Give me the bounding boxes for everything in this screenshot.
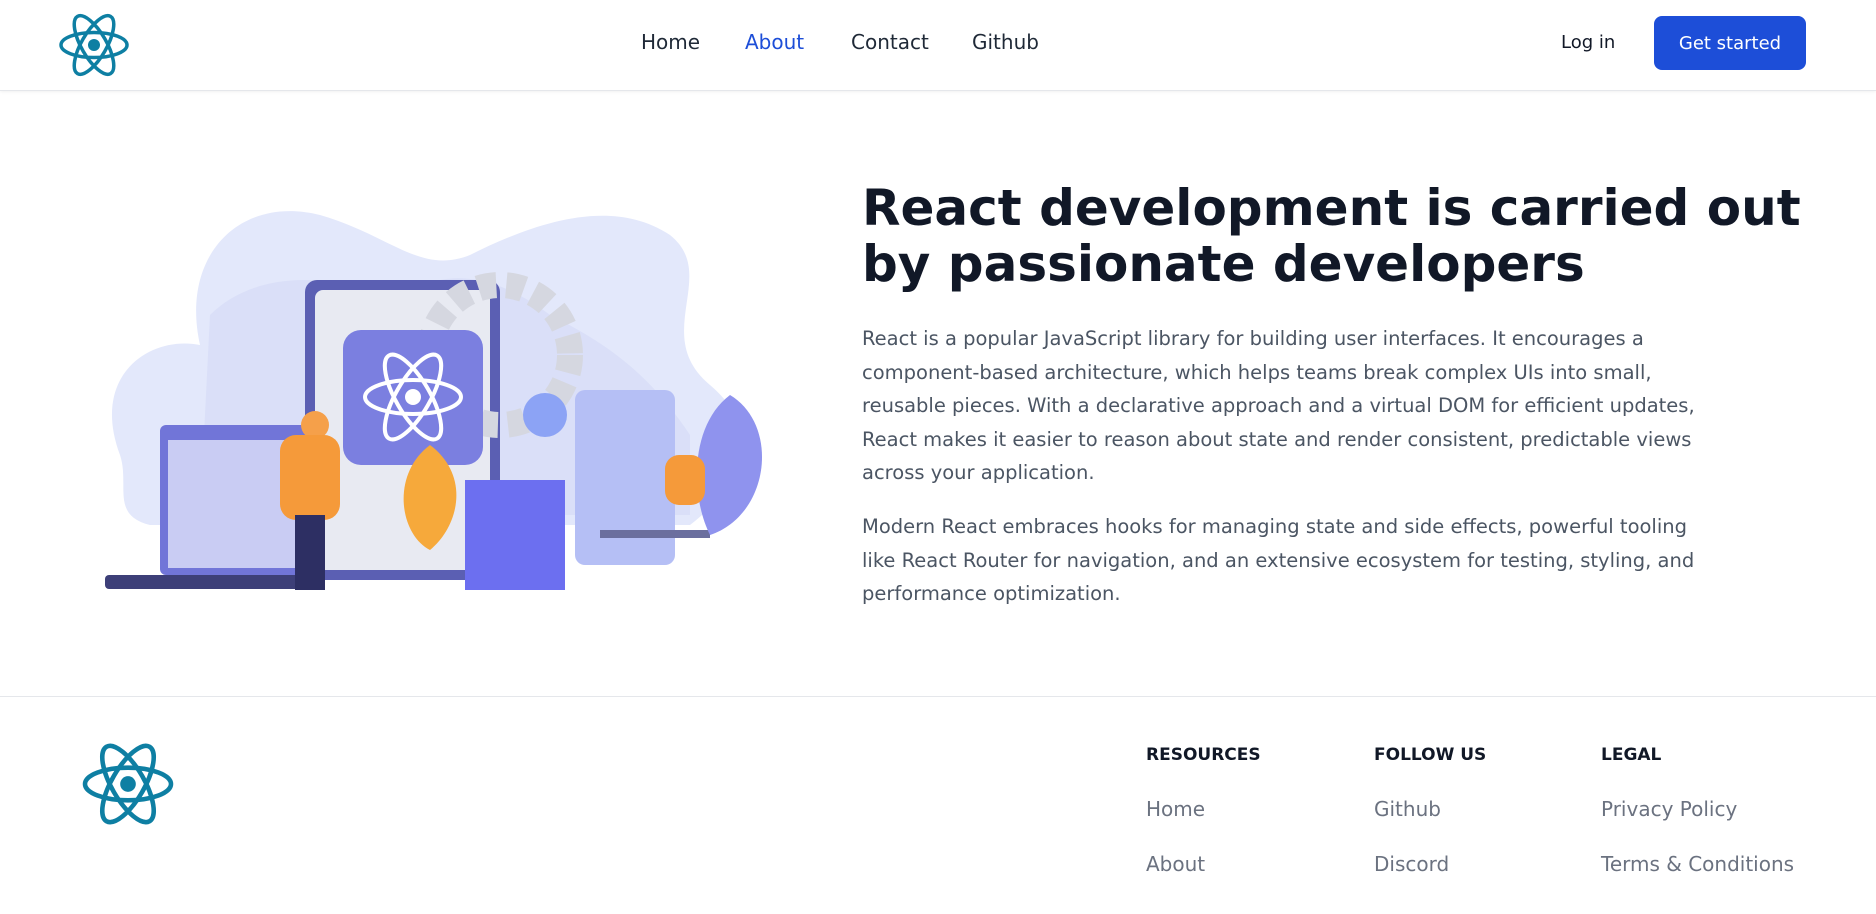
footer-legal: LEGAL Privacy Policy Terms & Conditions (1601, 745, 1794, 907)
hero-paragraph-1: React is a popular JavaScript library fo… (862, 327, 1695, 484)
developers-illustration (105, 211, 763, 590)
site-header: Home About Contact Github Log in Get sta… (0, 0, 1876, 91)
footer-link-about[interactable]: About (1146, 852, 1261, 907)
nav-github[interactable]: Github (972, 30, 1039, 54)
nav-contact[interactable]: Contact (851, 30, 929, 54)
site-footer: RESOURCES Home About FOLLOW US Github Di… (0, 696, 1876, 914)
login-link[interactable]: Log in (1561, 32, 1615, 53)
footer-link-privacy[interactable]: Privacy Policy (1601, 797, 1794, 852)
footer-link-github[interactable]: Github (1374, 797, 1486, 852)
nav-about[interactable]: About (745, 30, 804, 54)
footer-heading: RESOURCES (1146, 745, 1261, 765)
footer-follow-us: FOLLOW US Github Discord (1374, 745, 1486, 907)
hero-paragraph-2: Modern React embraces hooks for managing… (862, 515, 1695, 605)
footer-heading: FOLLOW US (1374, 745, 1487, 765)
footer-link-terms[interactable]: Terms & Conditions (1601, 852, 1794, 907)
hero-title: React development is carried out by pass… (862, 179, 1801, 293)
get-started-button[interactable]: Get started (1654, 16, 1806, 70)
footer-link-discord[interactable]: Discord (1374, 852, 1486, 907)
react-logo-icon[interactable] (80, 741, 176, 827)
footer-heading: LEGAL (1601, 745, 1662, 765)
nav-home[interactable]: Home (641, 30, 700, 54)
footer-link-home[interactable]: Home (1146, 797, 1261, 852)
react-logo-icon[interactable] (58, 12, 130, 78)
footer-resources: RESOURCES Home About (1146, 745, 1261, 907)
